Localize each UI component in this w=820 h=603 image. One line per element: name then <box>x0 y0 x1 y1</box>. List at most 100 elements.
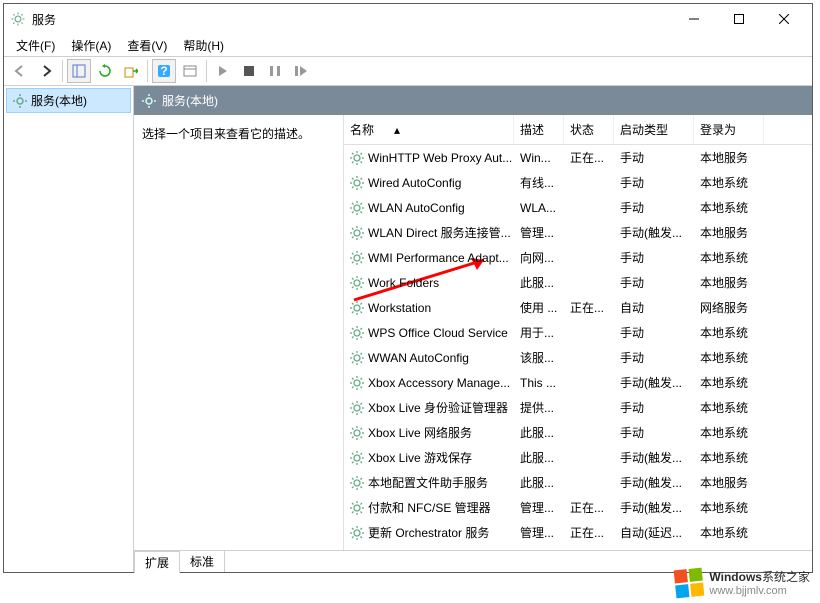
right-pane: 服务(本地) 选择一个项目来查看它的描述。 名称▴ 描述 状态 启动类型 <box>134 86 812 572</box>
start-service-button[interactable] <box>211 59 235 83</box>
table-row[interactable]: Xbox Live 游戏保存此服...手动(触发...本地系统 <box>344 445 812 470</box>
table-row[interactable]: Xbox Live 身份验证管理器提供...手动本地系统 <box>344 395 812 420</box>
cell-logon: 本地系统 <box>694 548 764 550</box>
service-gear-icon <box>350 526 364 540</box>
cell-startup: 自动(延迟... <box>614 523 694 542</box>
cell-startup: 手动(触发... <box>614 373 694 392</box>
service-gear-icon <box>350 251 364 265</box>
cell-status <box>564 182 614 184</box>
cell-status: 正在... <box>564 298 614 317</box>
table-row[interactable]: Wired AutoConfig有线...手动本地系统 <box>344 170 812 195</box>
cell-name: WWAN AutoConfig <box>344 350 514 366</box>
tree-item-services-local[interactable]: 服务(本地) <box>6 88 131 113</box>
cell-desc: 管理... <box>514 223 564 242</box>
menu-view[interactable]: 查看(V) <box>123 35 171 56</box>
menu-file[interactable]: 文件(F) <box>12 35 59 56</box>
watermark-sub: 系统之家 <box>762 570 810 584</box>
col-header-logon[interactable]: 登录为 <box>694 115 764 144</box>
cell-startup: 手动 <box>614 148 694 167</box>
menu-help[interactable]: 帮助(H) <box>179 35 228 56</box>
cell-name: WMI Performance Adapt... <box>344 250 514 266</box>
cell-status <box>564 382 614 384</box>
table-row[interactable]: Xbox Live 网络服务此服...手动本地系统 <box>344 420 812 445</box>
table-row[interactable]: WPS Office Cloud Service用于...手动本地系统 <box>344 320 812 345</box>
help-button[interactable]: ? <box>152 59 176 83</box>
cell-startup: 手动 <box>614 248 694 267</box>
toolbar-separator <box>62 60 63 82</box>
properties-button[interactable] <box>178 59 202 83</box>
cell-name: Work Folders <box>344 275 514 291</box>
table-row[interactable]: 功能访问管理器服务提供...正在...手动本地系统 <box>344 545 812 550</box>
cell-logon: 本地系统 <box>694 498 764 517</box>
stop-service-button[interactable] <box>237 59 261 83</box>
main-body: 服务(本地) 服务(本地) 选择一个项目来查看它的描述。 名称▴ <box>4 86 812 572</box>
cell-startup: 手动(触发... <box>614 448 694 467</box>
cell-name: Xbox Accessory Manage... <box>344 375 514 391</box>
cell-status <box>564 357 614 359</box>
col-header-startup[interactable]: 启动类型 <box>614 115 694 144</box>
close-button[interactable] <box>761 5 806 33</box>
cell-startup: 手动 <box>614 398 694 417</box>
minimize-button[interactable] <box>671 5 716 33</box>
menu-action[interactable]: 操作(A) <box>67 35 115 56</box>
pause-service-button[interactable] <box>263 59 287 83</box>
cell-logon: 本地系统 <box>694 198 764 217</box>
table-row[interactable]: 更新 Orchestrator 服务管理...正在...自动(延迟...本地系统 <box>344 520 812 545</box>
gear-icon <box>142 94 156 108</box>
cell-desc: 用于... <box>514 323 564 342</box>
cell-desc: Win... <box>514 150 564 166</box>
cell-name: 更新 Orchestrator 服务 <box>344 523 514 542</box>
cell-desc: WLA... <box>514 200 564 216</box>
cell-status <box>564 332 614 334</box>
col-header-desc[interactable]: 描述 <box>514 115 564 144</box>
cell-desc: 此服... <box>514 273 564 292</box>
table-row[interactable]: WLAN AutoConfigWLA...手动本地系统 <box>344 195 812 220</box>
list-header: 名称▴ 描述 状态 启动类型 登录为 <box>344 115 812 145</box>
table-row[interactable]: 本地配置文件助手服务此服...手动(触发...本地服务 <box>344 470 812 495</box>
show-hide-tree-button[interactable] <box>67 59 91 83</box>
cell-startup: 自动 <box>614 298 694 317</box>
refresh-button[interactable] <box>93 59 117 83</box>
cell-logon: 本地服务 <box>694 148 764 167</box>
service-gear-icon <box>350 351 364 365</box>
cell-logon: 本地系统 <box>694 248 764 267</box>
cell-logon: 本地服务 <box>694 273 764 292</box>
service-gear-icon <box>350 451 364 465</box>
service-gear-icon <box>350 326 364 340</box>
table-row[interactable]: 付款和 NFC/SE 管理器管理...正在...手动(触发...本地系统 <box>344 495 812 520</box>
col-header-name[interactable]: 名称▴ <box>344 115 514 144</box>
back-button[interactable] <box>8 59 32 83</box>
table-row[interactable]: WWAN AutoConfig该服...手动本地系统 <box>344 345 812 370</box>
cell-logon: 本地系统 <box>694 373 764 392</box>
table-row[interactable]: WinHTTP Web Proxy Aut...Win...正在...手动本地服… <box>344 145 812 170</box>
table-row[interactable]: Work Folders此服...手动本地服务 <box>344 270 812 295</box>
watermark: Windows系统之家 www.bjjmlv.com <box>675 568 810 597</box>
cell-startup: 手动(触发... <box>614 223 694 242</box>
gear-icon <box>13 94 27 108</box>
restart-service-button[interactable] <box>289 59 313 83</box>
service-gear-icon <box>350 201 364 215</box>
cell-desc: 向网... <box>514 248 564 267</box>
cell-status <box>564 407 614 409</box>
tab-standard[interactable]: 标准 <box>179 550 225 572</box>
table-row[interactable]: WLAN Direct 服务连接管...管理...手动(触发...本地服务 <box>344 220 812 245</box>
table-row[interactable]: Xbox Accessory Manage...This ...手动(触发...… <box>344 370 812 395</box>
export-button[interactable] <box>119 59 143 83</box>
tab-extended[interactable]: 扩展 <box>134 551 180 573</box>
description-prompt: 选择一个项目来查看它的描述。 <box>142 125 335 142</box>
col-header-status[interactable]: 状态 <box>564 115 614 144</box>
cell-name: 付款和 NFC/SE 管理器 <box>344 498 514 517</box>
cell-startup: 手动 <box>614 548 694 550</box>
cell-logon: 本地系统 <box>694 423 764 442</box>
table-row[interactable]: WMI Performance Adapt...向网... 手动本地系统 <box>344 245 812 270</box>
menubar: 文件(F) 操作(A) 查看(V) 帮助(H) <box>4 34 812 56</box>
cell-status <box>564 207 614 209</box>
service-gear-icon <box>350 426 364 440</box>
table-row[interactable]: Workstation使用 ...正在...自动网络服务 <box>344 295 812 320</box>
cell-desc: 使用 ... <box>514 298 564 317</box>
forward-button[interactable] <box>34 59 58 83</box>
service-gear-icon <box>350 176 364 190</box>
maximize-button[interactable] <box>716 5 761 33</box>
cell-name: 功能访问管理器服务 <box>344 548 514 550</box>
list-rows[interactable]: WinHTTP Web Proxy Aut...Win...正在...手动本地服… <box>344 145 812 550</box>
